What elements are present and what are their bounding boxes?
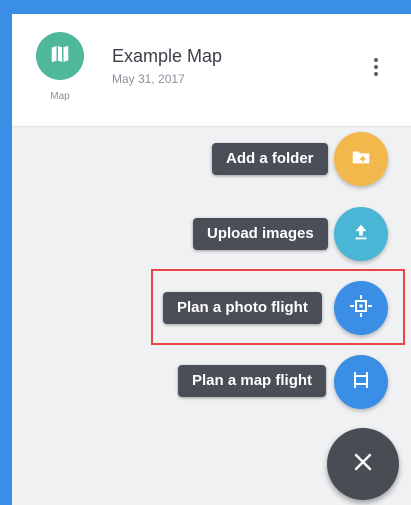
close-button[interactable] [327,428,399,500]
more-vertical-icon[interactable] [366,53,386,81]
plan-photo-flight-label[interactable]: Plan a photo flight [163,292,322,324]
map-date: May 31, 2017 [112,72,185,86]
map-flight-route-icon [349,368,373,397]
upload-images-button[interactable] [334,207,388,261]
app-frame: Map Example Map May 31, 2017 Add a folde… [0,0,411,505]
close-icon [353,452,373,477]
map-title: Example Map [112,46,223,66]
add-folder-button[interactable] [334,132,388,186]
add-folder-icon [350,146,372,173]
folded-map-icon [49,43,71,70]
upload-icon [350,221,372,248]
map-avatar-caption: Map [50,91,70,102]
map-avatar[interactable] [36,32,84,80]
plan-map-flight-label[interactable]: Plan a map flight [178,365,327,397]
plan-map-flight-button[interactable] [334,355,388,409]
map-header: Map Example Map May 31, 2017 [12,14,411,127]
plan-photo-flight-button[interactable] [334,281,388,335]
add-folder-label[interactable]: Add a folder [212,143,328,175]
upload-images-label[interactable]: Upload images [193,218,328,250]
photo-flight-target-icon [349,294,373,323]
